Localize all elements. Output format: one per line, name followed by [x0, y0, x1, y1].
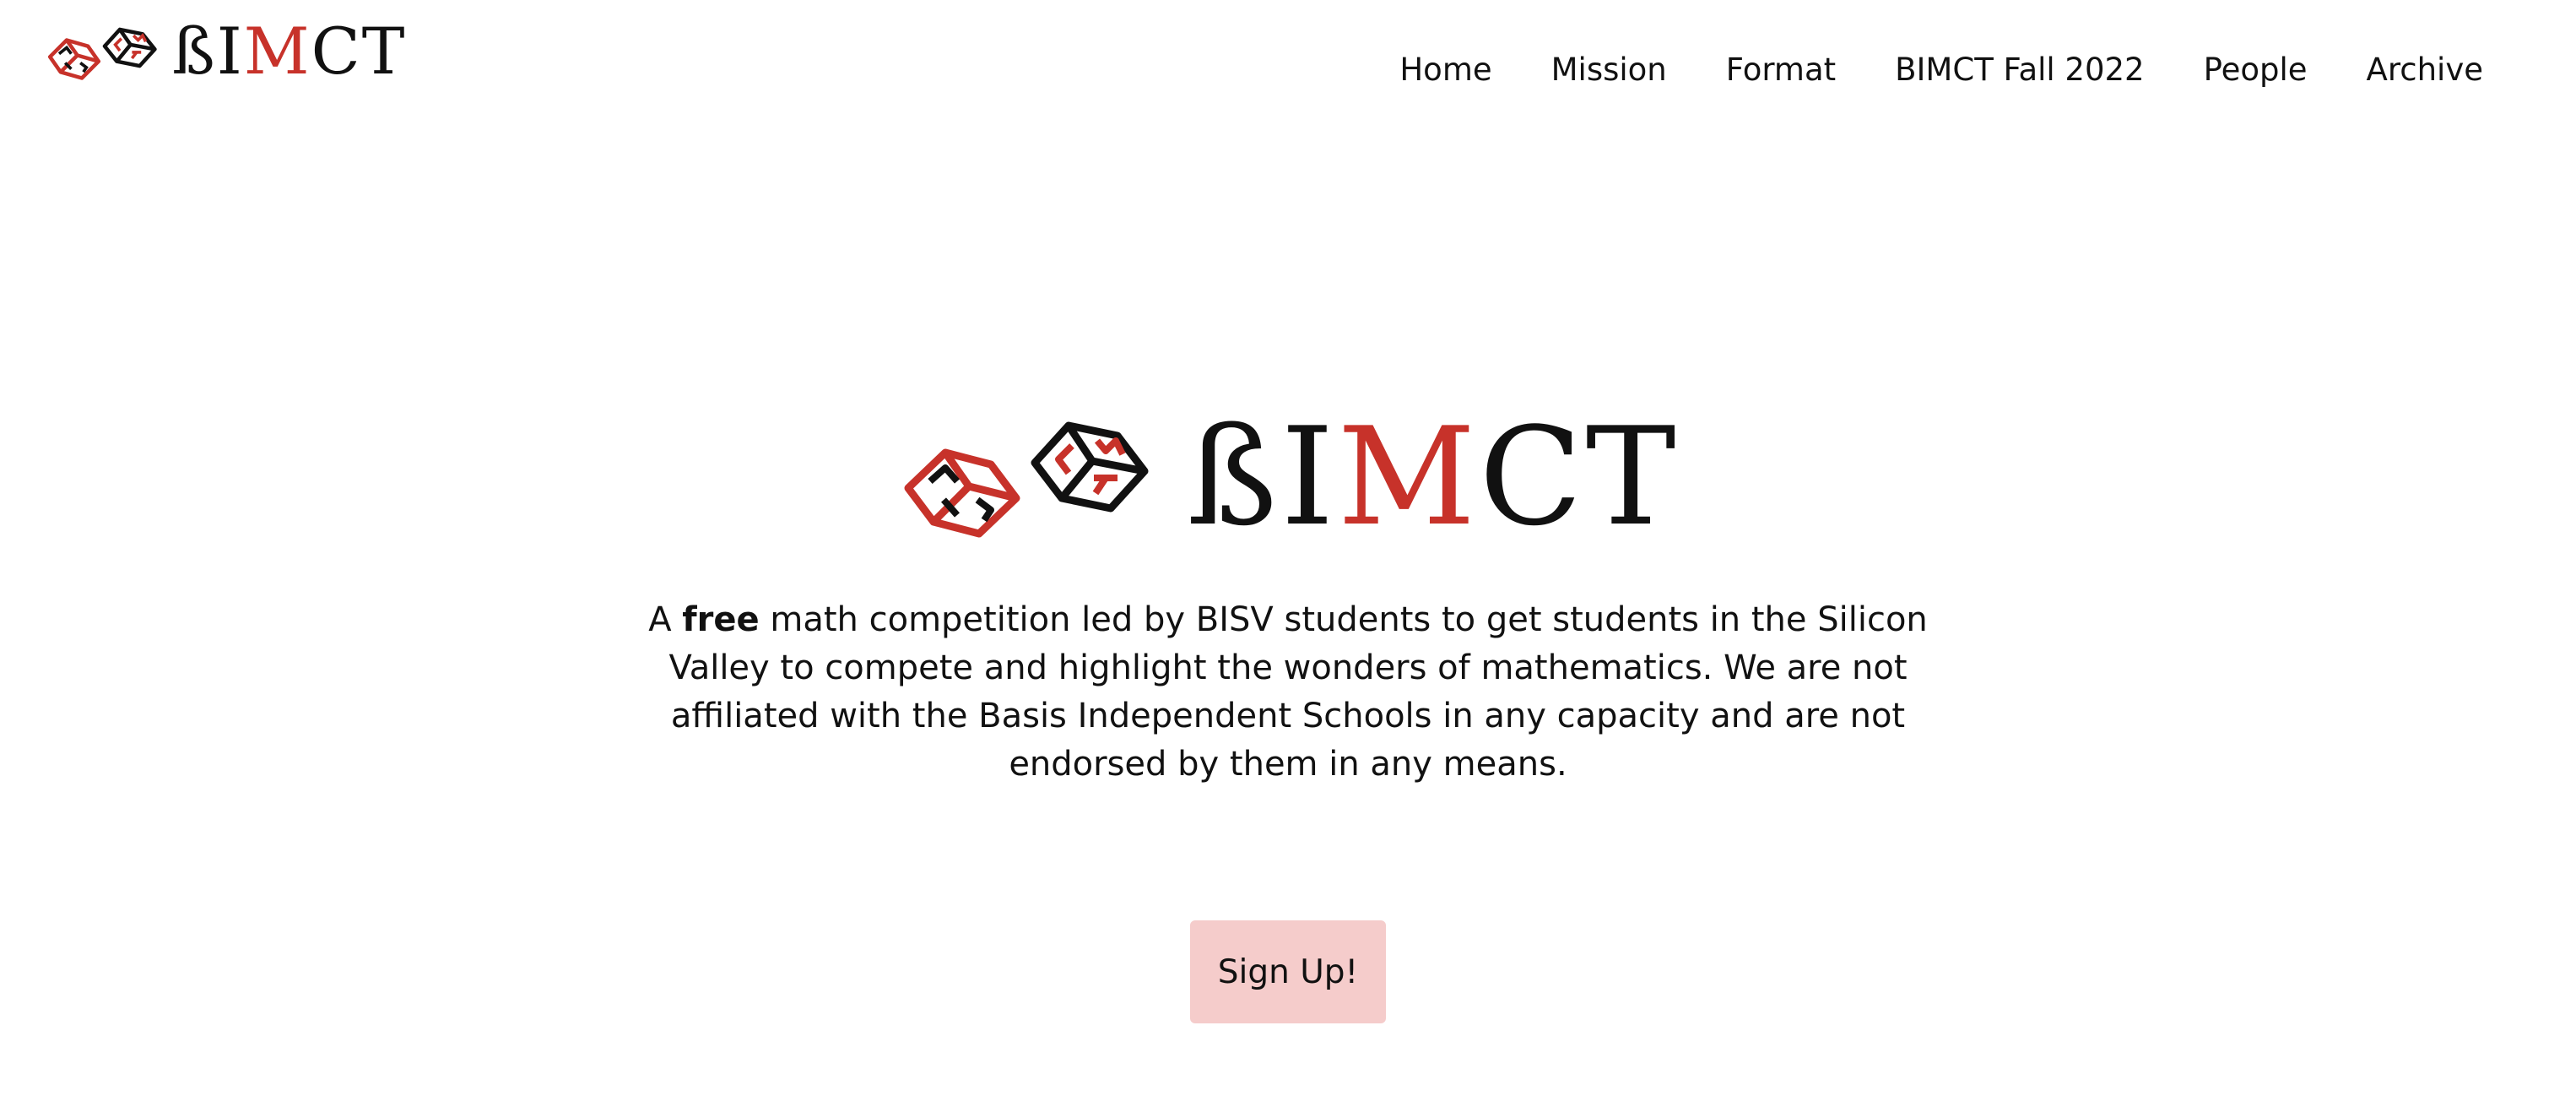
nav-item-archive[interactable]: Archive — [2367, 47, 2483, 93]
brand-logo-link[interactable]: ßI M CT — [44, 19, 406, 84]
site-header: ßI M CT Home Mission Format BIMCT Fall 202… — [0, 0, 2576, 127]
hero-word-prefix: ßI — [1187, 398, 1338, 556]
brand-wordmark: ßI M CT — [172, 19, 406, 84]
tagline-after: math competition led by BISV students to… — [668, 600, 1928, 784]
nav-item-format[interactable]: Format — [1726, 47, 1836, 93]
hero-word-m: M — [1337, 398, 1480, 556]
hero-logo: ßI M CT — [896, 405, 1679, 549]
brand-word-suffix: CT — [311, 14, 407, 89]
hero-word-suffix: CT — [1479, 398, 1680, 556]
brand-word-prefix: ßI — [172, 14, 244, 89]
brand-word-m: M — [243, 14, 311, 89]
main-nav: Home Mission Format BIMCT Fall 2022 Peop… — [1340, 47, 2483, 93]
hero-tagline: A free math competition led by BISV stud… — [630, 596, 1946, 789]
hero-section: ßI M CT A free math competition led by BIS… — [0, 405, 2576, 1023]
tagline-bold-free: free — [682, 600, 760, 639]
tagline-before: A — [648, 600, 683, 639]
sign-up-button[interactable]: Sign Up! — [1190, 920, 1386, 1023]
logo-cubes-icon — [904, 421, 1149, 538]
nav-item-mission[interactable]: Mission — [1551, 47, 1667, 93]
nav-item-people[interactable]: People — [2204, 47, 2308, 93]
nav-item-home[interactable]: Home — [1399, 47, 1491, 93]
hero-wordmark: ßI M CT — [1187, 410, 1679, 545]
nav-item-bimct-fall-2022[interactable]: BIMCT Fall 2022 — [1895, 47, 2144, 93]
logo-cubes-icon — [47, 27, 157, 80]
